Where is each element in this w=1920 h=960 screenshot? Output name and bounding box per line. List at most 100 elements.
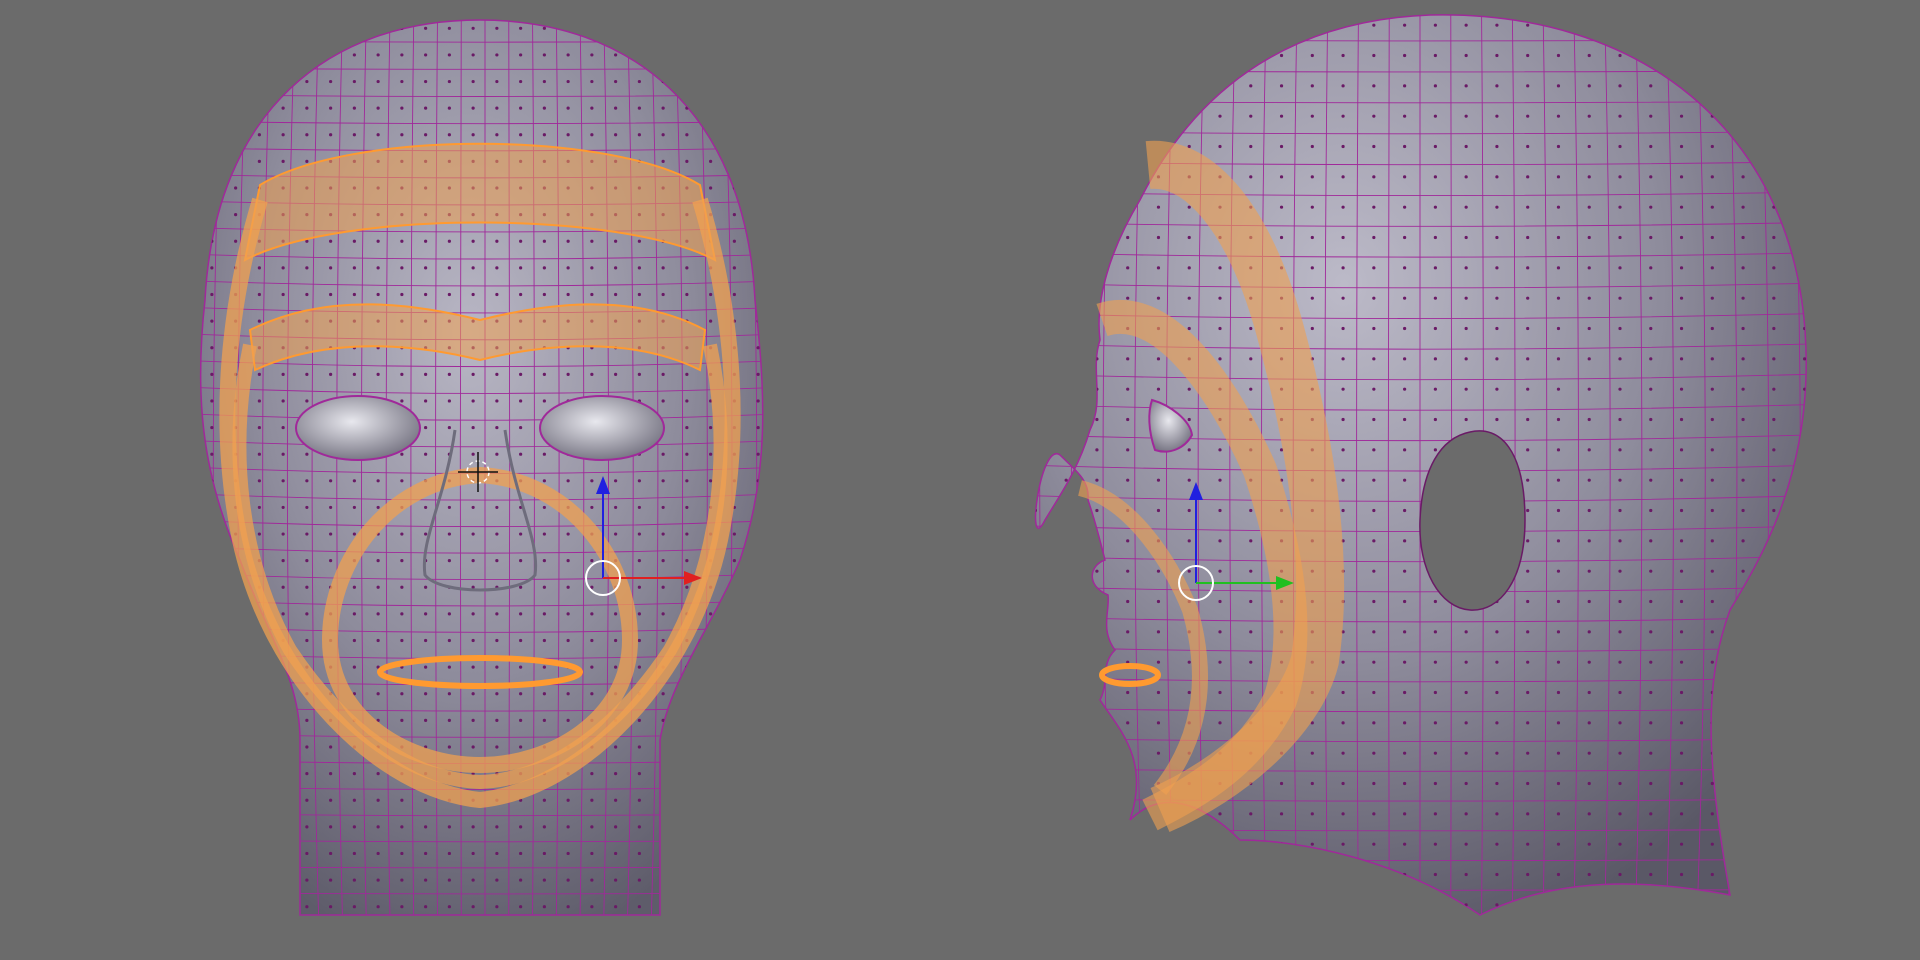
wire-vertex <box>257 692 261 696</box>
wire-vertex <box>756 319 760 323</box>
wire-vertex <box>614 26 618 30</box>
wire-vertex <box>234 692 238 696</box>
wire-vertex <box>1035 387 1037 391</box>
wire-vertex <box>1341 721 1345 725</box>
wire-vertex <box>542 452 546 456</box>
wire-vertex <box>1218 296 1222 300</box>
wire-vertex <box>1495 872 1499 877</box>
wire-vertex <box>400 452 404 456</box>
wire-vertex <box>234 745 238 749</box>
wire-vertex <box>756 399 760 403</box>
wire-vertex <box>1095 508 1099 513</box>
wire-vertex <box>305 266 309 270</box>
wire-vertex <box>1372 478 1376 482</box>
wire-vertex <box>685 79 689 84</box>
wire-vertex <box>281 505 285 510</box>
wire-vertex <box>1495 175 1499 179</box>
wire-vertex <box>1372 569 1376 573</box>
wire-vertex <box>661 505 665 510</box>
wire-vertex <box>1310 903 1314 907</box>
wire-vertex <box>234 585 238 589</box>
wire-vertex <box>1772 235 1776 240</box>
wire-vertex <box>709 692 713 696</box>
wire-vertex <box>1772 478 1776 482</box>
wire-vertex <box>400 53 404 57</box>
wire-vertex <box>1341 872 1345 877</box>
wire-vertex <box>590 905 594 909</box>
wire-vertex <box>519 53 523 57</box>
wire-vertex <box>1464 387 1468 391</box>
wire-vertex <box>685 878 689 882</box>
wire-vertex <box>1741 630 1745 634</box>
wire-vertex <box>495 718 499 722</box>
front-right-eye[interactable] <box>539 395 665 461</box>
wire-vertex <box>1556 387 1561 391</box>
wire-vertex <box>1403 690 1407 695</box>
wire-vertex <box>1218 569 1222 573</box>
wire-vertex <box>1556 599 1561 604</box>
wire-vertex <box>1433 53 1437 58</box>
wire-vertex <box>1587 812 1591 816</box>
wire-vertex <box>566 532 570 536</box>
wire-vertex <box>519 825 523 829</box>
wire-vertex <box>281 266 285 270</box>
wire-vertex <box>1372 721 1376 725</box>
wire-vertex <box>1556 569 1561 573</box>
wire-vertex <box>1587 175 1591 179</box>
wire-vertex <box>1803 266 1807 270</box>
wire-vertex <box>1279 175 1284 179</box>
wire-vertex <box>685 505 689 510</box>
wire-vertex <box>519 292 523 297</box>
wire-vertex <box>424 372 428 376</box>
wire-vertex <box>1649 417 1653 422</box>
wire-vertex <box>1064 872 1068 877</box>
wire-vertex <box>637 26 641 30</box>
wire-vertex <box>1556 751 1561 755</box>
wire-vertex <box>376 851 380 856</box>
wire-vertex <box>1772 175 1776 179</box>
wire-vertex <box>1403 751 1407 755</box>
wire-vertex <box>495 425 499 430</box>
wire-vertex <box>1649 114 1653 118</box>
wire-vertex <box>1649 903 1653 907</box>
wire-vertex <box>1741 721 1745 725</box>
wire-vertex <box>1433 266 1437 270</box>
wire-vertex <box>471 905 475 909</box>
wire-vertex <box>305 159 309 163</box>
wire-vertex <box>471 425 475 430</box>
wire-vertex <box>400 612 404 616</box>
front-left-eye[interactable] <box>295 395 421 461</box>
viewport-canvas[interactable] <box>0 0 1920 960</box>
wire-vertex <box>519 585 523 589</box>
wire-vertex <box>447 399 451 403</box>
wire-vertex <box>1587 448 1591 452</box>
wire-vertex <box>1649 872 1653 877</box>
wire-vertex <box>210 292 214 297</box>
wire-vertex <box>1035 84 1037 88</box>
wire-vertex <box>661 53 665 57</box>
wire-vertex <box>1618 266 1622 270</box>
wire-vertex <box>257 372 261 376</box>
wire-vertex <box>1433 781 1437 786</box>
wire-vertex <box>1710 781 1714 786</box>
wire-vertex <box>1064 478 1068 482</box>
side-ear-opening[interactable] <box>1419 430 1526 611</box>
wire-vertex <box>1587 326 1591 331</box>
wire-vertex <box>542 399 546 403</box>
wire-vertex <box>732 213 736 217</box>
wire-vertex <box>1279 144 1284 149</box>
wire-vertex <box>447 851 451 856</box>
head-side-view[interactable] <box>1008 10 1832 920</box>
wire-vertex <box>234 106 238 110</box>
wire-vertex <box>424 292 428 297</box>
3d-viewport[interactable] <box>0 0 1920 960</box>
wire-vertex <box>1310 144 1314 149</box>
head-front-view[interactable] <box>189 15 782 920</box>
wire-vertex <box>210 772 214 776</box>
wire-vertex <box>1710 842 1714 846</box>
wire-vertex <box>1803 872 1807 877</box>
wire-vertex <box>685 825 689 829</box>
wire-vertex <box>352 532 356 536</box>
wire-vertex <box>614 798 618 802</box>
wire-vertex <box>352 638 356 643</box>
